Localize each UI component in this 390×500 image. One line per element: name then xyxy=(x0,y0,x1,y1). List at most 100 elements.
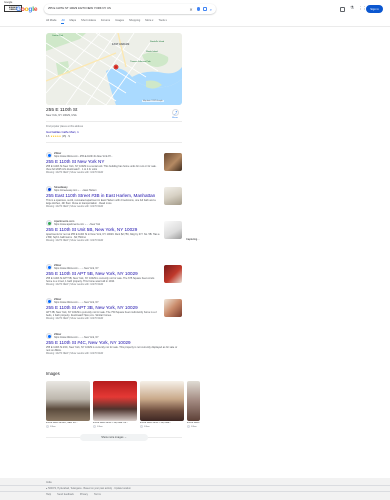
image-card[interactable]: 255 E 110th St Ne... Zillow xyxy=(187,381,200,428)
zillow-favicon-icon xyxy=(187,425,190,428)
place-address: New York, NY 10029, USA xyxy=(46,114,77,117)
image-card-thumbnail[interactable] xyxy=(140,381,184,421)
zillow-favicon-icon xyxy=(140,425,143,428)
tab-shopping[interactable]: Shopping xyxy=(129,19,140,24)
page-footer: India ● 500072, Hyderabad, Telangana · B… xyxy=(0,478,390,500)
rating-value: 4.6 xyxy=(46,135,50,138)
result-url[interactable]: https://www.zillow.com › ... › New York,… xyxy=(54,267,99,270)
result-url[interactable]: https://www.apartments.com › ... › New Y… xyxy=(54,223,100,226)
clear-icon[interactable]: ✕ xyxy=(189,7,192,12)
footer-link-help[interactable]: Help xyxy=(46,493,51,496)
image-card-source: Zillow xyxy=(191,425,197,428)
search-result: Zillow https://www.zillow.com › ... › Ne… xyxy=(46,298,160,320)
result-thumbnail[interactable] xyxy=(164,153,182,171)
tab-forums[interactable]: Forums xyxy=(101,19,110,24)
zillow-favicon-icon xyxy=(46,333,52,340)
map-label-randalls-island: Randall's Island xyxy=(150,41,165,43)
tab-maps[interactable]: Maps xyxy=(69,19,76,24)
map-preview[interactable]: EAST HARLEM Thomas Jefferson Park Wards … xyxy=(46,33,182,105)
tab-short-videos[interactable]: Short videos xyxy=(81,19,96,24)
image-card[interactable]: 255 E 110th St APT 5B, New Yor... Zillow xyxy=(93,381,137,428)
share-label[interactable]: Share xyxy=(172,117,178,119)
labs-icon[interactable]: ⚗ xyxy=(350,5,354,11)
search-result: Zillow https://www.zillow.com › ... › Ne… xyxy=(46,333,182,355)
search-result: StreetEasy https://streeteasy.com › ... … xyxy=(46,186,160,208)
image-card-thumbnail[interactable] xyxy=(93,381,137,421)
result-missing-terms[interactable]: Missing: 10270 NEW | Show results with: … xyxy=(46,171,160,174)
zillow-favicon-icon xyxy=(46,425,49,428)
footer-link-feedback[interactable]: Send feedback xyxy=(57,493,74,496)
map-label-central-park: Central Park xyxy=(52,35,64,37)
image-card-thumbnail[interactable] xyxy=(46,381,90,421)
result-title-link[interactable]: 255 East 110th Street #3B in East Harlem… xyxy=(46,193,160,199)
footer-links: Help Send feedback Privacy Terms xyxy=(46,493,101,496)
result-url[interactable]: https://streeteasy.com › ... › East Harl… xyxy=(54,189,97,192)
apps-icon[interactable]: ⋮⋮ xyxy=(358,6,367,12)
result-thumbnail[interactable] xyxy=(164,299,182,317)
place-divider xyxy=(46,121,182,122)
image-card[interactable]: 255 E 110th St APT 3B, New... Zillow xyxy=(140,381,184,428)
show-more-images-button[interactable]: Show more images → xyxy=(80,434,148,441)
result-thumbnail[interactable] xyxy=(164,187,182,205)
map-label-park: Thomas Jefferson Park xyxy=(130,61,151,63)
image-card-source: Zillow xyxy=(144,425,150,428)
lens-icon[interactable] xyxy=(202,7,207,11)
nearby-places-label: Find popular places at this address xyxy=(46,125,84,128)
map-label-east-harlem: EAST HARLEM xyxy=(112,43,130,46)
tab-tools[interactable]: Tools ▾ xyxy=(159,19,167,24)
result-snippet: Apartments for rent at 255 E 110th St in… xyxy=(46,232,160,240)
google-logo[interactable]: Google xyxy=(16,6,37,13)
result-snippet: This is a spacious, sunlit, renovated ap… xyxy=(46,198,156,206)
tab-images[interactable]: Images xyxy=(115,19,124,24)
apartments-favicon-icon xyxy=(46,220,52,227)
map-label-wards-island: Wards Island xyxy=(146,51,158,53)
tab-more[interactable]: More ▾ xyxy=(145,19,153,24)
footer-link-terms[interactable]: Terms xyxy=(94,493,101,496)
search-result: Apartments.com https://www.apartments.co… xyxy=(46,220,160,242)
capturing-status: Capturing... xyxy=(186,238,200,241)
zillow-favicon-icon xyxy=(46,264,52,271)
place-bottom-divider xyxy=(46,142,182,143)
result-snippet: APT 3B, New York, NY 10029 is currently … xyxy=(46,310,157,318)
result-missing-terms[interactable]: Missing: 10270 NEW | Show results with: … xyxy=(46,283,160,286)
result-missing-terms[interactable]: Missing: 10270 NEW | Show results with: … xyxy=(46,239,160,242)
microphone-icon[interactable] xyxy=(196,7,200,11)
result-snippet: 255 E 110th St New York, NY 10029 is a r… xyxy=(46,164,158,172)
footer-link-privacy[interactable]: Privacy xyxy=(80,493,88,496)
images-heading: Images xyxy=(46,371,60,376)
streeteasy-favicon-icon xyxy=(46,186,52,193)
image-card-thumbnail[interactable] xyxy=(187,381,200,421)
image-card-source: Zillow xyxy=(97,425,103,428)
share-icon[interactable]: ⤴ xyxy=(172,109,179,116)
search-input[interactable]: 255 E 110TH ST 10029 10270 NEW YORK NY U… xyxy=(48,7,189,11)
image-card[interactable]: 255 E 110th St #4C, New Yor... Zillow xyxy=(46,381,90,428)
search-result: Zillow https://www.zillow.com › 255-E-11… xyxy=(46,152,160,174)
map-attribution: Map data ©2025 Google xyxy=(142,100,164,102)
business-link[interactable]: Guzzatillas Caffe Mart, 1 xyxy=(46,130,79,134)
tab-ai-mode[interactable]: All Mode xyxy=(46,19,56,24)
search-icon[interactable]: ⌕ xyxy=(210,7,212,12)
result-thumbnail[interactable] xyxy=(164,265,182,283)
result-missing-terms[interactable]: Missing: 10270 NEW | Show results with: … xyxy=(46,205,160,208)
result-snippet: 255 E 110th St APT 5B, New York, NY 1002… xyxy=(46,276,155,284)
result-snippet: 255 E 110th St #4C, New York, NY 10029 i… xyxy=(46,345,178,353)
review-count: (25) · $ xyxy=(61,135,70,138)
footer-country: India xyxy=(46,481,52,484)
zillow-favicon-icon xyxy=(46,152,52,159)
result-missing-terms[interactable]: Missing: 10270 NEW | Show results with: … xyxy=(46,317,160,320)
result-missing-terms[interactable]: Missing: 10270 NEW | Show results with: … xyxy=(46,352,182,355)
zillow-favicon-icon xyxy=(46,298,52,305)
search-box[interactable]: 255 E 110TH ST 10029 10270 NEW YORK NY U… xyxy=(44,4,216,14)
search-tabs: All Mode All Maps Short videos Forums Im… xyxy=(46,19,167,24)
result-url[interactable]: https://www.zillow.com › ... › New York,… xyxy=(54,301,99,304)
result-url[interactable]: https://www.zillow.com › 255-E-110th-St-… xyxy=(54,155,113,158)
settings-icon[interactable] xyxy=(340,7,345,12)
footer-location[interactable]: ● 500072, Hyderabad, Telangana · Based o… xyxy=(46,487,131,490)
result-url[interactable]: https://www.zillow.com › ... › New York,… xyxy=(54,336,99,339)
sign-in-button[interactable]: Sign in xyxy=(366,5,383,13)
business-rating: 4.6 ★★★★★ (25) · $ xyxy=(46,135,70,138)
image-card-source: Zillow xyxy=(50,425,56,428)
result-thumbnail[interactable] xyxy=(164,221,182,239)
tab-all[interactable]: All xyxy=(61,19,65,24)
rating-stars-icon: ★★★★★ xyxy=(50,135,61,138)
